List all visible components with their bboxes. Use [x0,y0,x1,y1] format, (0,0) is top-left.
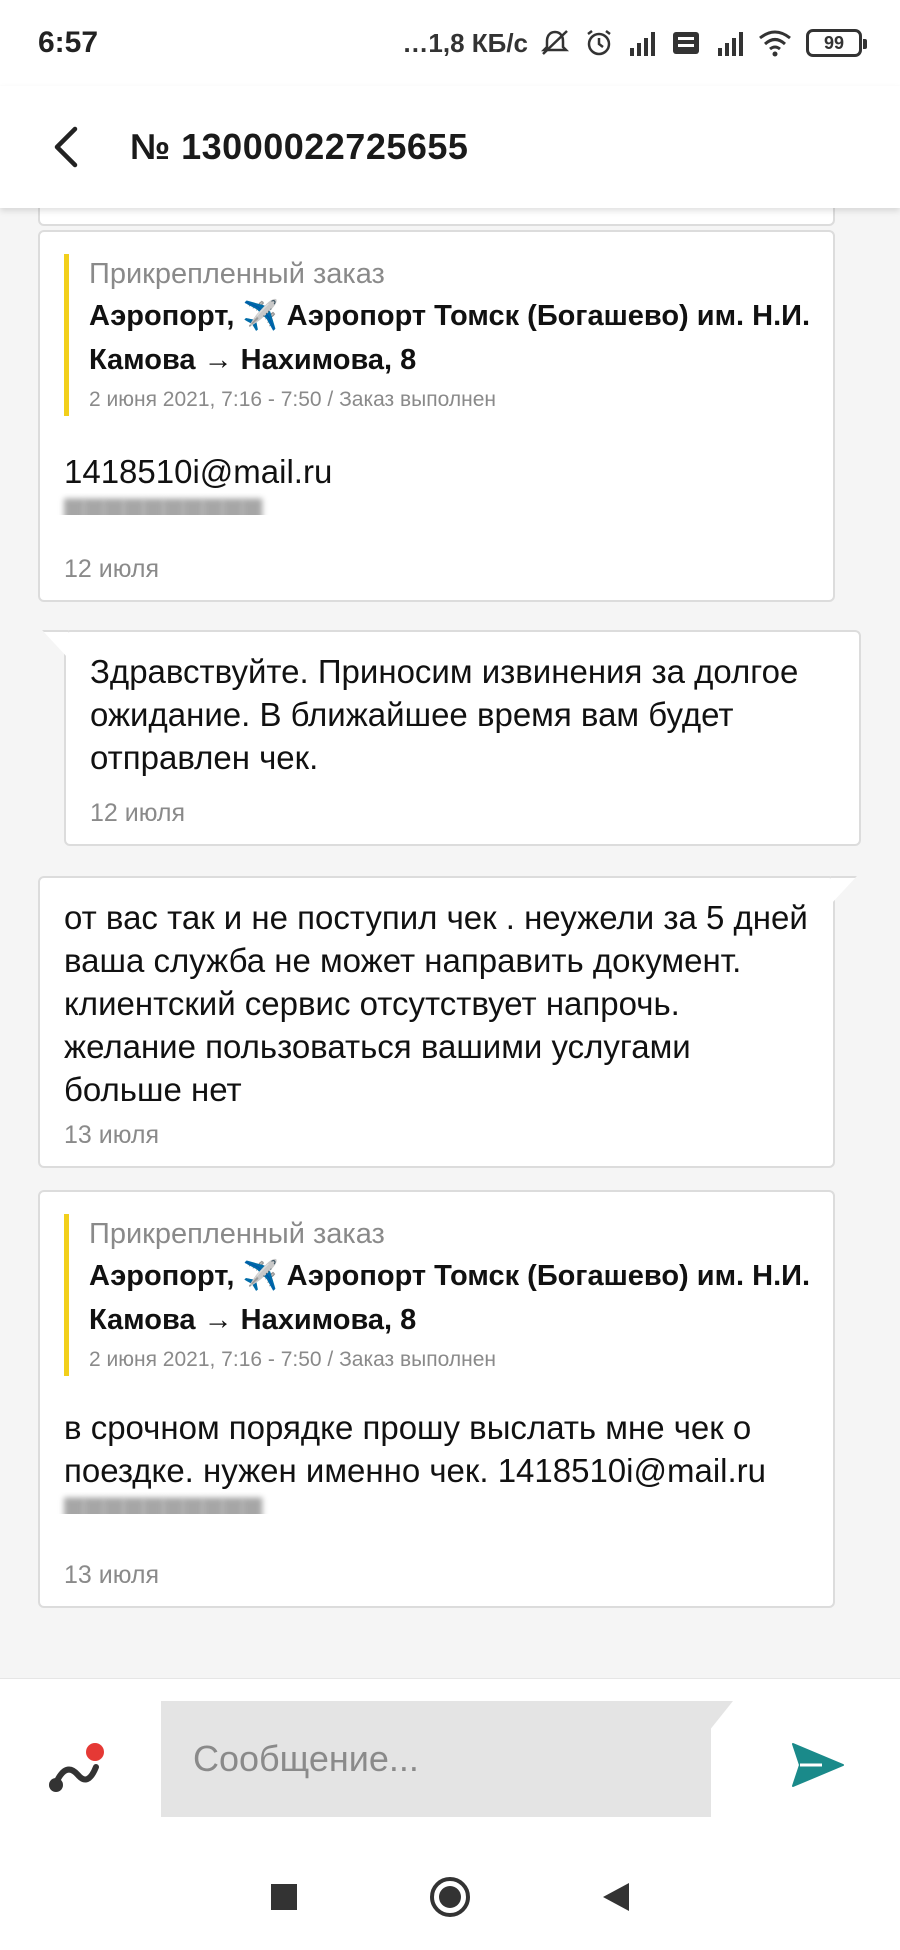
battery-indicator: 99 [806,29,867,57]
signal-2-icon [718,32,743,56]
wifi-icon [759,30,791,57]
alarm-icon [587,30,611,56]
attached-order-meta: 2 июня 2021, 7:16 - 7:50 / Заказ выполне… [89,388,496,411]
redacted-text: ██████████ [64,499,263,515]
redacted-text: ██████████ [64,1498,263,1514]
message-input-container[interactable] [161,1701,711,1817]
attached-order-route: Аэропорт, ✈️ Аэропорт Томск (Богашево) и… [89,300,811,376]
triangle-back-icon [603,1883,629,1911]
chat-area[interactable]: Прикрепленный заказ Аэропорт, ✈️ Аэропор… [0,208,900,1678]
attached-order[interactable]: Прикрепленный заказ Аэропорт, ✈️ Аэропор… [64,254,833,416]
attached-order[interactable]: Прикрепленный заказ Аэропорт, ✈️ Аэропор… [64,1214,833,1376]
status-time: 6:57 [38,26,99,59]
status-icons: …1,8 КБ/с 99 [402,27,867,59]
message-composer [0,1678,900,1844]
arrow-left-icon [54,126,78,168]
message-bubble-incoming[interactable]: Здравствуйте. Приносим извинения за долг… [64,630,861,846]
message-text: 1418510i@mail.ru [64,453,333,490]
square-icon [271,1884,297,1910]
attached-order-label: Прикрепленный заказ [89,258,385,290]
send-icon[interactable] [790,1741,846,1789]
volte-icon [673,32,699,54]
bell-off-icon [540,30,570,55]
message-date: 13 июля [64,1121,160,1149]
message-text: от вас так и не поступил чек . неужели з… [64,899,808,1108]
message-text: в срочном порядке прошу выслать мне чек … [64,1409,767,1489]
attach-icon[interactable] [48,1739,108,1799]
status-bar: 6:57 …1,8 КБ/с 99 [0,0,900,86]
attached-order-route: Аэропорт, ✈️ Аэропорт Томск (Богашево) и… [89,1260,811,1336]
attached-order-label: Прикрепленный заказ [89,1218,385,1250]
page-title: № 13000022725655 [130,126,469,167]
nav-home-button[interactable] [427,1874,473,1920]
message-date: 12 июля [64,555,160,583]
circle-icon [430,1877,470,1917]
message-bubble-partial [38,208,835,226]
system-nav-bar [0,1844,900,1950]
message-bubble[interactable]: от вас так и не поступил чек . неужели з… [38,876,835,1168]
back-button[interactable] [0,86,130,208]
nav-recents-button[interactable] [261,1874,307,1920]
message-text: Здравствуйте. Приносим извинения за долг… [90,653,799,776]
message-bubble[interactable]: Прикрепленный заказ Аэропорт, ✈️ Аэропор… [38,1190,835,1608]
message-input[interactable] [193,1738,711,1780]
message-date: 13 июля [64,1561,160,1589]
signal-icon [630,32,655,56]
network-speed: …1,8 КБ/с [402,27,528,58]
message-date: 12 июля [90,799,186,827]
app-bar: № 13000022725655 [0,86,900,208]
nav-back-button[interactable] [593,1874,639,1920]
message-bubble[interactable]: Прикрепленный заказ Аэропорт, ✈️ Аэропор… [38,230,835,602]
attached-order-meta: 2 июня 2021, 7:16 - 7:50 / Заказ выполне… [89,1348,496,1371]
